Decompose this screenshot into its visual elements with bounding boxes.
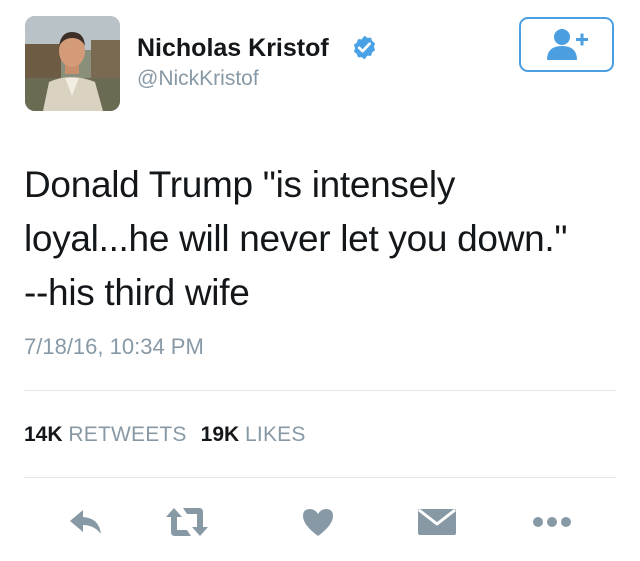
divider <box>24 477 616 478</box>
more-button[interactable] <box>530 500 574 544</box>
add-user-icon <box>546 28 588 60</box>
avatar[interactable] <box>25 16 120 111</box>
retweets-stat[interactable]: 14K RETWEETS <box>24 423 187 446</box>
retweets-count: 14K <box>24 423 63 446</box>
tweet-text: Donald Trump "is intensely loyal...he wi… <box>24 158 624 320</box>
reply-button[interactable] <box>64 500 108 544</box>
likes-count: 19K <box>200 423 240 446</box>
tweet-line: Donald Trump "is intensely <box>24 164 456 205</box>
divider <box>24 390 616 391</box>
author-name[interactable]: Nicholas Kristof <box>137 33 329 63</box>
envelope-icon <box>418 508 456 535</box>
tweet-line: loyal...he will never let you down." <box>24 218 568 259</box>
retweet-icon <box>166 508 208 536</box>
tweet-line: --his third wife <box>24 272 250 313</box>
verified-badge-icon <box>353 35 376 60</box>
action-bar <box>0 500 640 550</box>
message-button[interactable] <box>415 500 459 544</box>
likes-label: LIKES <box>245 423 306 446</box>
author-handle[interactable]: @NickKristof <box>137 66 259 92</box>
tweet-timestamp[interactable]: 7/18/16, 10:34 PM <box>24 333 204 361</box>
retweet-button[interactable] <box>165 500 209 544</box>
like-button[interactable] <box>296 500 340 544</box>
tweet-stats: 14K RETWEETS 19K LIKES <box>24 421 306 449</box>
more-icon <box>533 517 571 527</box>
heart-icon <box>303 509 333 536</box>
retweets-label: RETWEETS <box>68 423 187 446</box>
follow-button[interactable] <box>519 17 614 72</box>
likes-stat[interactable]: 19K LIKES <box>201 423 306 446</box>
reply-icon <box>70 510 101 534</box>
